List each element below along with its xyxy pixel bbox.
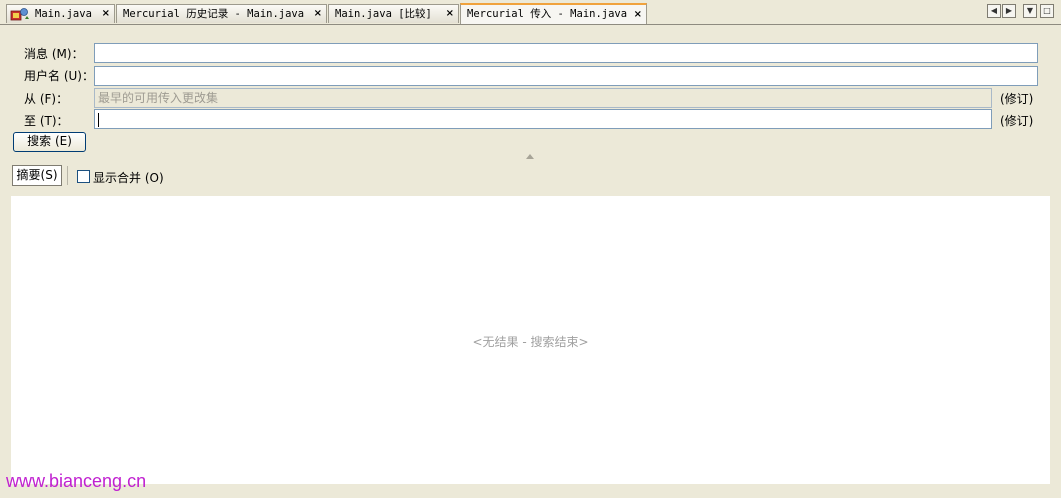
mercurial-app-icon: [10, 8, 29, 21]
scroll-left-icon[interactable]: ◀: [987, 4, 1001, 18]
tab-label: Mercurial 历史记录 - Main.java: [123, 8, 305, 20]
close-icon[interactable]: ×: [634, 5, 642, 24]
watermark-text: www.bianceng.cn: [6, 471, 147, 491]
tab-mercurial-history[interactable]: Mercurial 历史记录 - Main.java ×: [116, 4, 327, 23]
close-icon[interactable]: ×: [102, 5, 110, 23]
tab-main-java-compare[interactable]: Main.java [比较] ×: [328, 4, 459, 23]
maximize-icon[interactable]: □: [1040, 4, 1054, 18]
username-input[interactable]: [94, 66, 1038, 86]
from-label: 从 (F)：: [24, 92, 69, 106]
results-panel: <无结果 - 搜索结束>: [11, 196, 1050, 484]
tab-label: Main.java: [35, 8, 92, 20]
to-revision-input[interactable]: [94, 109, 992, 129]
search-button[interactable]: 搜索 (E): [13, 132, 86, 152]
message-label: 消息 (M)：: [24, 47, 84, 61]
tab-mercurial-incoming[interactable]: Mercurial 传入 - Main.java ×: [460, 3, 647, 24]
show-merges-checkbox[interactable]: [77, 170, 90, 183]
summary-toggle-button[interactable]: 摘要(S): [12, 165, 62, 186]
text-caret: [98, 112, 99, 127]
message-input[interactable]: [94, 43, 1038, 63]
from-revision-suffix: (修订): [1000, 92, 1034, 106]
empty-results-message: <无结果 - 搜索结束>: [472, 335, 589, 349]
collapse-up-icon[interactable]: [526, 154, 534, 159]
toolbar-separator: [67, 166, 68, 185]
show-merges-label[interactable]: 显示合并 (O): [93, 169, 164, 186]
from-revision-input[interactable]: 最早的可用传入更改集: [94, 88, 992, 108]
to-label: 至 (T)：: [24, 114, 69, 128]
close-icon[interactable]: ×: [446, 5, 454, 23]
editor-tab-bar: Main.java × Mercurial 历史记录 - Main.java ×…: [0, 0, 1061, 25]
tab-label: Mercurial 传入 - Main.java: [467, 8, 628, 20]
to-revision-suffix: (修订): [1000, 114, 1034, 128]
scroll-right-icon[interactable]: ▶: [1002, 4, 1016, 18]
tab-label: Main.java [比较]: [335, 8, 432, 20]
tab-main-java[interactable]: Main.java ×: [6, 4, 115, 23]
tab-list-dropdown-icon[interactable]: ▼: [1023, 4, 1037, 18]
username-label: 用户名 (U)：: [24, 69, 95, 83]
close-icon[interactable]: ×: [314, 5, 322, 23]
tab-nav-controls: ◀ ▶ ▼ □: [987, 4, 1057, 20]
